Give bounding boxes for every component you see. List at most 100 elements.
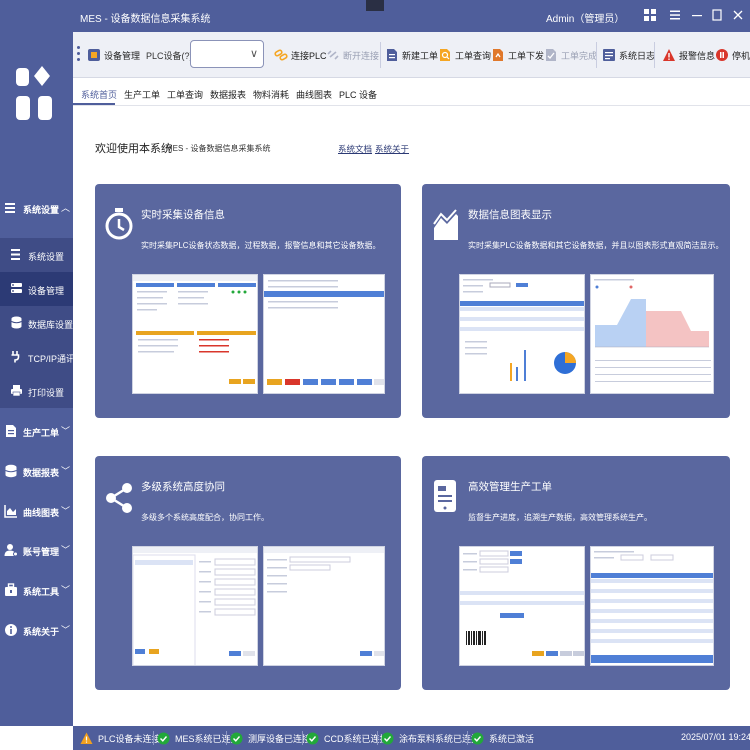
card-description: 实时采集PLC设备状态数据，过程数据，报警信息和其它设备数据。 [141, 241, 381, 250]
settings-icon[interactable] [668, 8, 682, 22]
chevron-down-icon: ∨ [249, 48, 258, 60]
tab-home[interactable]: 系统首页 [81, 88, 117, 101]
preview-screenshot [132, 546, 258, 666]
order-query-button[interactable]: 工单查询 [438, 46, 491, 64]
preview-screenshot [132, 274, 258, 394]
system-docs-link[interactable]: 系统文档 [338, 143, 372, 155]
new-order-button[interactable]: 新建工单 [385, 46, 438, 64]
sidebar-item-label: 设备管理 [28, 286, 65, 296]
sidebar-group-about[interactable]: 系统关于 ﹀ [0, 612, 73, 650]
sidebar-item-device-manage[interactable]: 设备管理 [0, 272, 73, 306]
system-about-link[interactable]: 系统关于 [375, 143, 409, 155]
status-divider [153, 731, 154, 745]
sidebar-group-label: 生产工单 [23, 428, 60, 438]
order-complete-button[interactable]: 工单完成 [544, 46, 597, 64]
tab-plc-device[interactable]: PLC 设备 [339, 88, 377, 101]
tab-data-report[interactable]: 数据报表 [210, 88, 246, 101]
sidebar-group-account[interactable]: 账号管理 ﹀ [0, 532, 73, 570]
device-manage-label: 设备管理 [104, 50, 141, 61]
device-icon [88, 49, 100, 61]
sidebar-group-production-order[interactable]: 生产工单 ﹀ [0, 413, 73, 451]
menu-icon [5, 203, 15, 213]
sidebar-item-print-settings[interactable]: 打印设置 [0, 374, 73, 408]
sidebar-item-database-settings[interactable]: 数据库设置 [0, 306, 73, 340]
new-order-label: 新建工单 [402, 50, 439, 61]
connect-plc-button[interactable]: 连接PLC [274, 46, 327, 64]
complete-document-icon [546, 49, 556, 61]
stop-system-button[interactable]: 停机系统 [715, 46, 750, 64]
check-circle-icon [230, 732, 243, 744]
printer-icon [11, 385, 22, 397]
card-title: 数据信息图表显示 [468, 209, 552, 221]
warning-icon [80, 732, 93, 744]
status-label: 系统已激活 [489, 733, 535, 744]
system-log-button[interactable]: 系统日志 [602, 46, 655, 64]
feature-card-order-management[interactable]: 高效管理生产工单 监督生产进度，追溯生产数据，高效管理系统生产。 [422, 456, 730, 690]
sidebar-group-label: 数据报表 [23, 468, 60, 478]
server-icon [11, 283, 22, 293]
tab-material-consumption[interactable]: 物料消耗 [253, 88, 289, 101]
sidebar-group-system-settings[interactable]: 系统设置 ︿ [0, 190, 73, 228]
sidebar-item-label: 系统设置 [28, 252, 65, 262]
order-dispatch-button[interactable]: 工单下发 [491, 46, 544, 64]
welcome-title: 欢迎使用本系统 [95, 143, 172, 155]
database-icon [11, 316, 22, 329]
toolbar-grip-icon[interactable] [77, 46, 81, 64]
sidebar-item-label: 数据库设置 [28, 320, 74, 330]
sidebar-group-curve-chart[interactable]: 曲线图表 ﹀ [0, 493, 73, 531]
card-title: 多级系统高度协同 [141, 481, 225, 493]
active-tab-indicator [73, 103, 115, 105]
preview-screenshot [263, 274, 385, 394]
share-icon [106, 483, 132, 513]
list-icon [11, 249, 20, 260]
device-manage-button[interactable]: 设备管理 [87, 46, 140, 64]
plc-device-select[interactable]: ∨ [190, 40, 264, 68]
status-mes: MES系统已连接 [157, 731, 240, 745]
minimize-icon[interactable] [690, 8, 704, 22]
tab-production-order[interactable]: 生产工单 [124, 88, 160, 101]
preview-screenshot [590, 274, 714, 394]
sidebar: 系统设置 ︿ 系统设置 设备管理 数据库设置 TCP/IP通讯 打印设置 生产工… [0, 0, 76, 726]
status-datetime: 2025/07/01 19:24:11 [681, 732, 750, 742]
check-circle-icon [306, 732, 319, 744]
status-thickness: 测厚设备已连接 [230, 731, 311, 745]
sidebar-item-tcpip[interactable]: TCP/IP通讯 [0, 340, 76, 374]
sidebar-group-label: 曲线图表 [23, 508, 60, 518]
current-user: Admin（管理员） [546, 14, 625, 25]
window-title: MES - 设备数据信息采集系统 [80, 14, 211, 25]
preview-screenshot [459, 274, 585, 394]
order-query-label: 工单查询 [455, 50, 492, 61]
sidebar-group-system-tools[interactable]: 系统工具 ﹀ [0, 572, 73, 610]
disconnect-button[interactable]: 断开连接 [326, 46, 379, 64]
stop-icon [716, 49, 728, 61]
plug-icon [11, 351, 20, 363]
card-description: 多级多个系统高度配合，协同工作。 [141, 513, 269, 522]
status-divider [377, 731, 378, 745]
sidebar-group-data-report[interactable]: 数据报表 ﹀ [0, 453, 73, 491]
sidebar-group-label: 系统工具 [23, 587, 60, 597]
tab-order-query[interactable]: 工单查询 [167, 88, 203, 101]
card-title: 实时采集设备信息 [141, 209, 225, 221]
check-circle-icon [381, 732, 394, 744]
feature-card-realtime-collection[interactable]: 实时采集设备信息 实时采集PLC设备状态数据，过程数据，报警信息和其它设备数据。 [95, 184, 401, 418]
alarm-info-button[interactable]: 报警信息 [662, 46, 715, 64]
feature-card-system-collaboration[interactable]: 多级系统高度协同 多级多个系统高度配合，协同工作。 [95, 456, 401, 690]
sidebar-item-label: TCP/IP通讯 [28, 354, 76, 364]
card-description: 实时采集PLC设备数据和其它设备数据，并且以图表形式直观简洁显示。 [468, 241, 724, 250]
sidebar-item-system-settings[interactable]: 系统设置 [0, 238, 73, 272]
windows-icon[interactable] [643, 8, 657, 22]
maximize-icon[interactable] [710, 8, 724, 22]
preview-screenshot [459, 546, 585, 666]
version-label: 版本：V1.01.01 [4, 738, 68, 748]
document-icon [6, 425, 16, 437]
tab-curve-chart[interactable]: 曲线图表 [296, 88, 332, 101]
toolbar-divider [596, 42, 597, 68]
sidebar-group-label: 账号管理 [23, 547, 60, 557]
close-icon[interactable] [731, 8, 745, 22]
window-drag-handle[interactable] [366, 0, 384, 11]
card-title: 高效管理生产工单 [468, 481, 552, 493]
preview-screenshot [590, 546, 714, 666]
dispatch-icon [493, 49, 503, 61]
feature-card-chart-display[interactable]: 数据信息图表显示 实时采集PLC设备数据和其它设备数据，并且以图表形式直观简洁显… [422, 184, 730, 418]
check-circle-icon [471, 732, 484, 744]
